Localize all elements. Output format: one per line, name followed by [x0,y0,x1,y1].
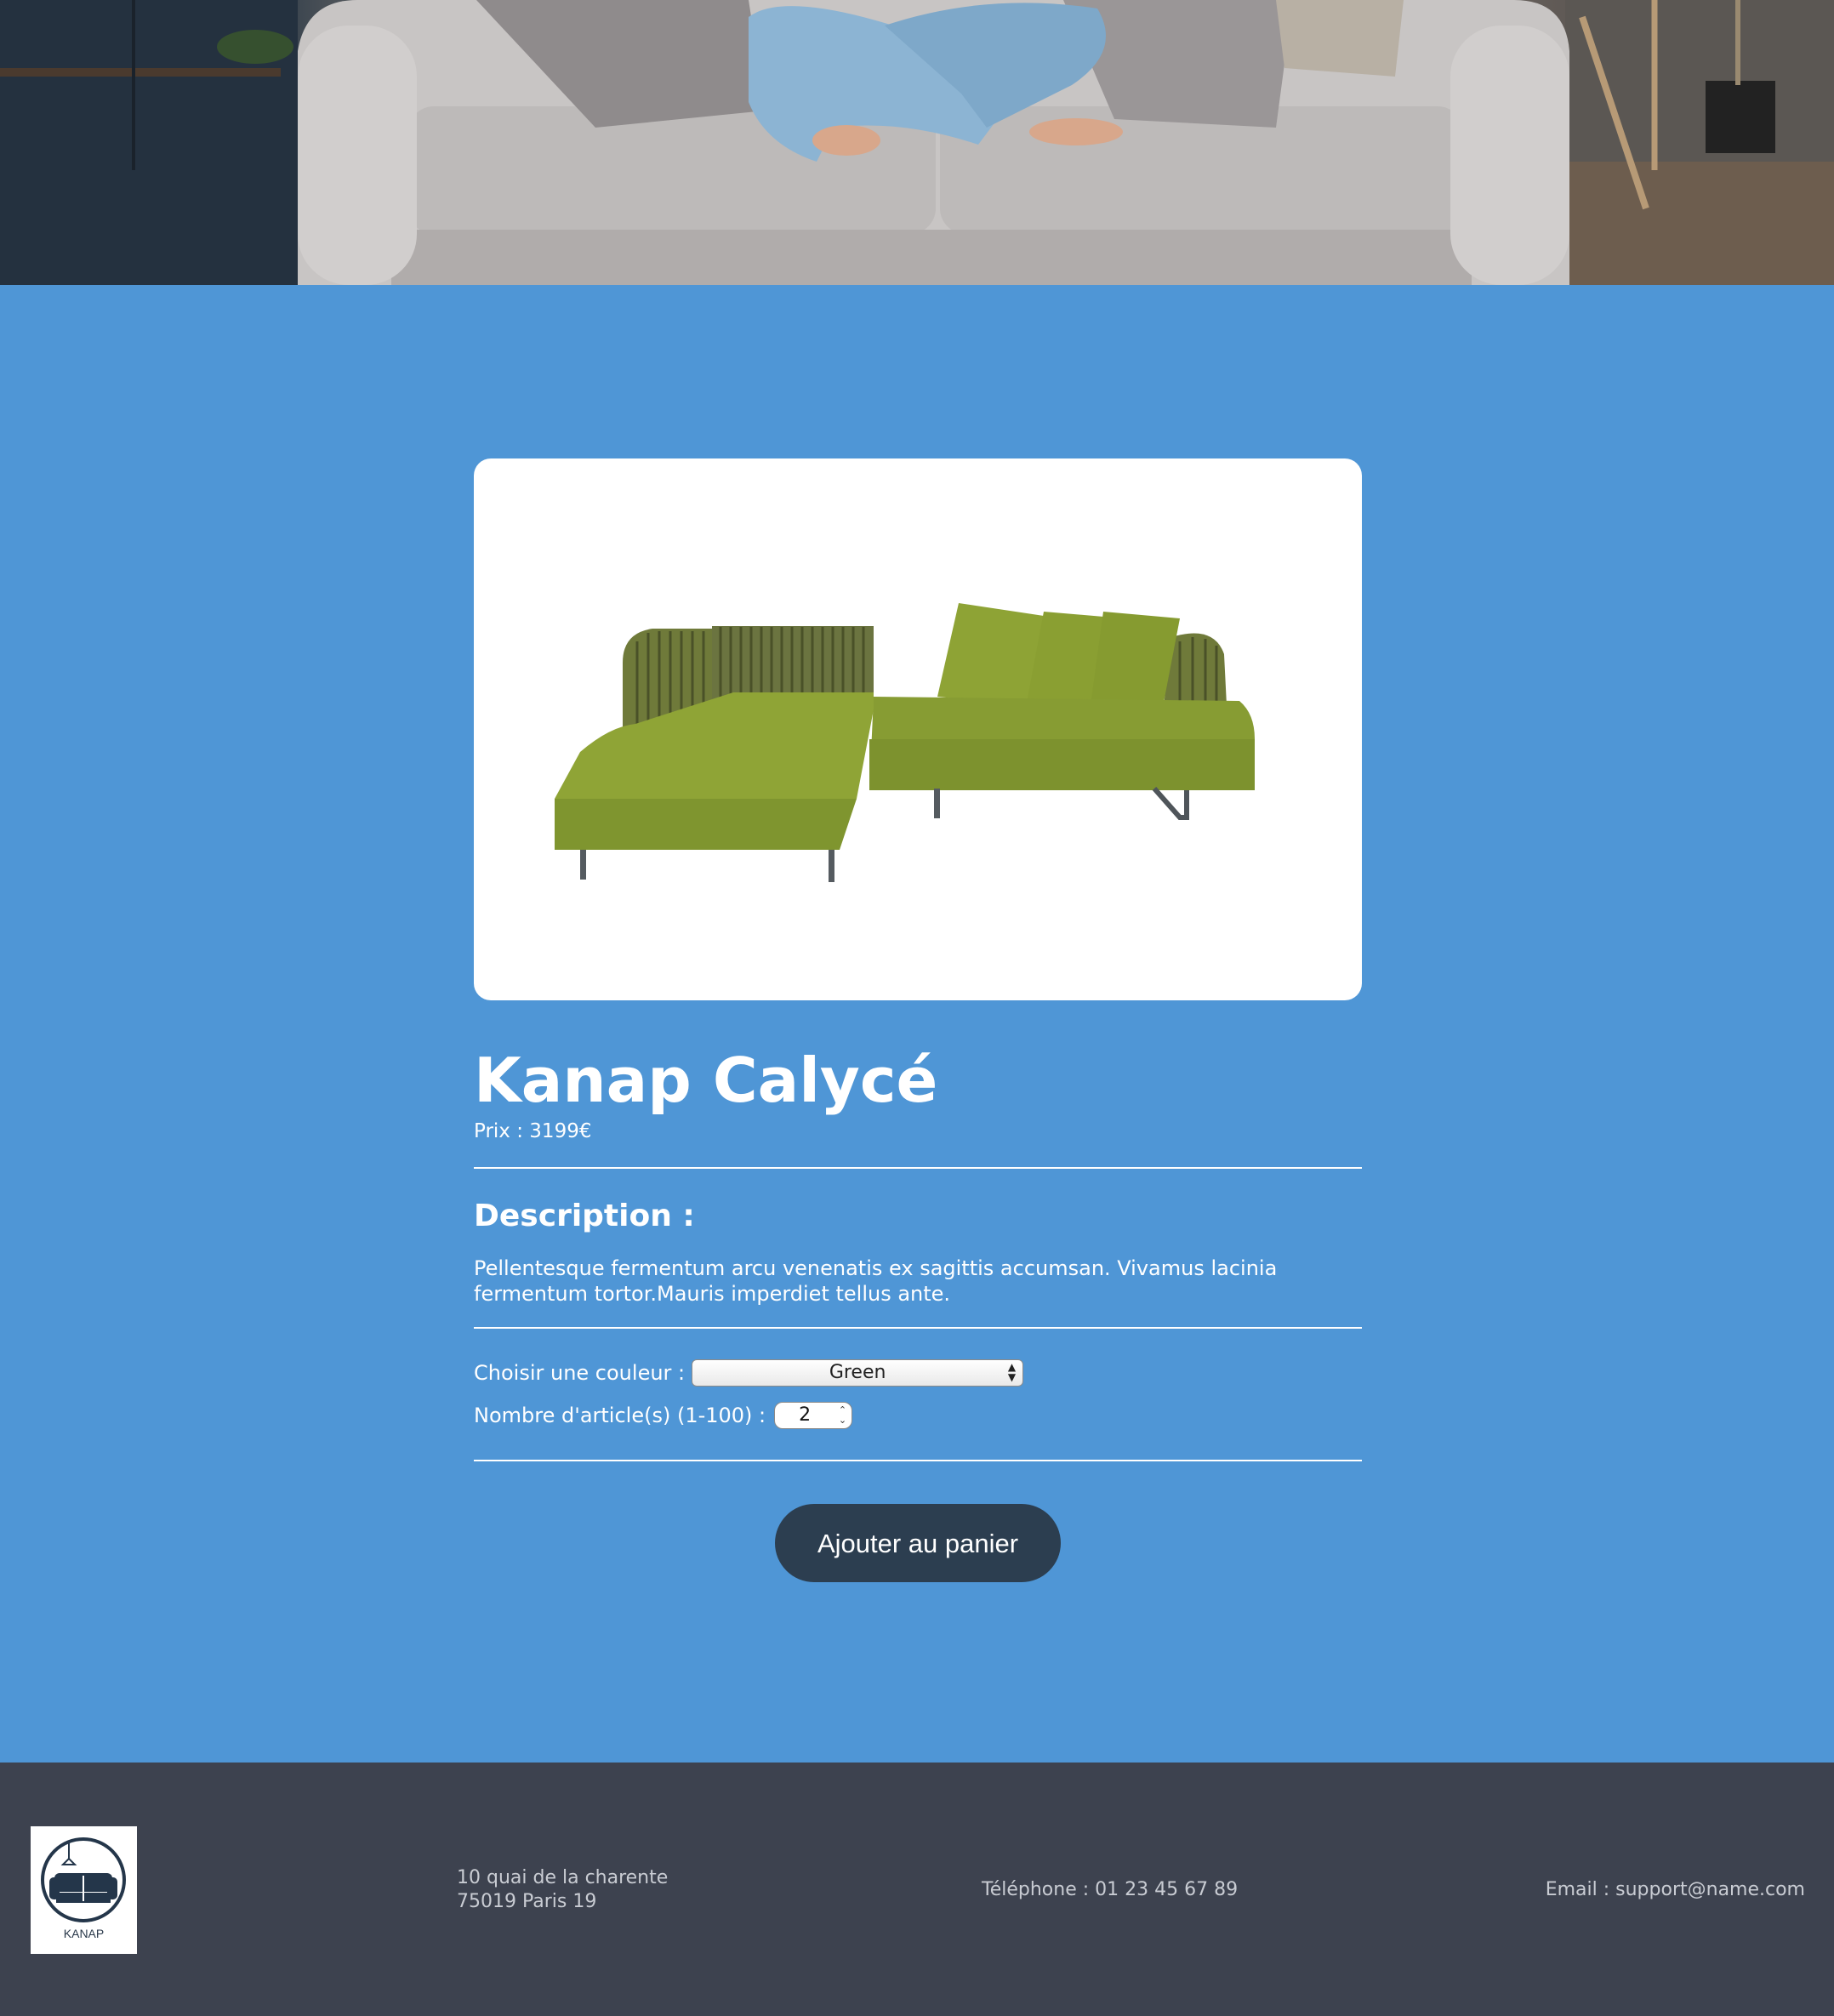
button-container: Ajouter au panier [474,1504,1362,1582]
divider [474,1460,1362,1461]
footer: KANAP 10 quai de la charente 75019 Paris… [0,1763,1834,2016]
product-image-card [474,458,1362,1000]
color-option-row: Choisir une couleur : Green ▲ ▼ [474,1359,1362,1387]
address-line-1: 10 quai de la charente [457,1867,669,1888]
divider [474,1167,1362,1169]
hero-image [0,0,1834,285]
select-arrows-icon: ▲ ▼ [1007,1361,1017,1383]
divider [474,1327,1362,1329]
footer-phone: Téléphone : 01 23 45 67 89 [982,1879,1239,1900]
price-row: Prix : 3199€ [474,1118,1362,1145]
price-currency: € [578,1120,592,1142]
quantity-input[interactable]: 2 ⌃ ⌄ [774,1402,853,1429]
product-section: Kanap Calycé Prix : 3199€ Description : … [474,458,1362,1582]
address-line-2: 75019 Paris 19 [457,1891,597,1912]
hero-banner [0,0,1834,285]
footer-address: 10 quai de la charente 75019 Paris 19 [457,1866,668,1914]
add-to-cart-button[interactable]: Ajouter au panier [775,1504,1061,1582]
quantity-label: Nombre d'article(s) (1-100) : [474,1404,766,1427]
description-title: Description : [474,1199,695,1233]
product-image [555,603,1255,882]
quantity-value: 2 [799,1404,812,1426]
logo-text: KANAP [63,1927,105,1940]
price-value: 3199 [529,1120,579,1142]
footer-email: Email : support@name.com [1545,1879,1805,1900]
price-label: Prix : [474,1120,530,1142]
logo[interactable]: KANAP [31,1826,137,1954]
color-select[interactable]: Green ▲ ▼ [692,1359,1024,1387]
quantity-option-row: Nombre d'article(s) (1-100) : 2 ⌃ ⌄ [474,1402,1362,1429]
main-content: Kanap Calycé Prix : 3199€ Description : … [0,285,1834,1763]
color-selected-value: Green [829,1362,886,1383]
description-text: Pellentesque fermentum arcu venenatis ex… [474,1256,1278,1306]
product-title: Kanap Calycé [474,1045,938,1116]
stepper-arrows-icon[interactable]: ⌃ ⌄ [839,1405,846,1426]
color-label: Choisir une couleur : [474,1361,686,1385]
